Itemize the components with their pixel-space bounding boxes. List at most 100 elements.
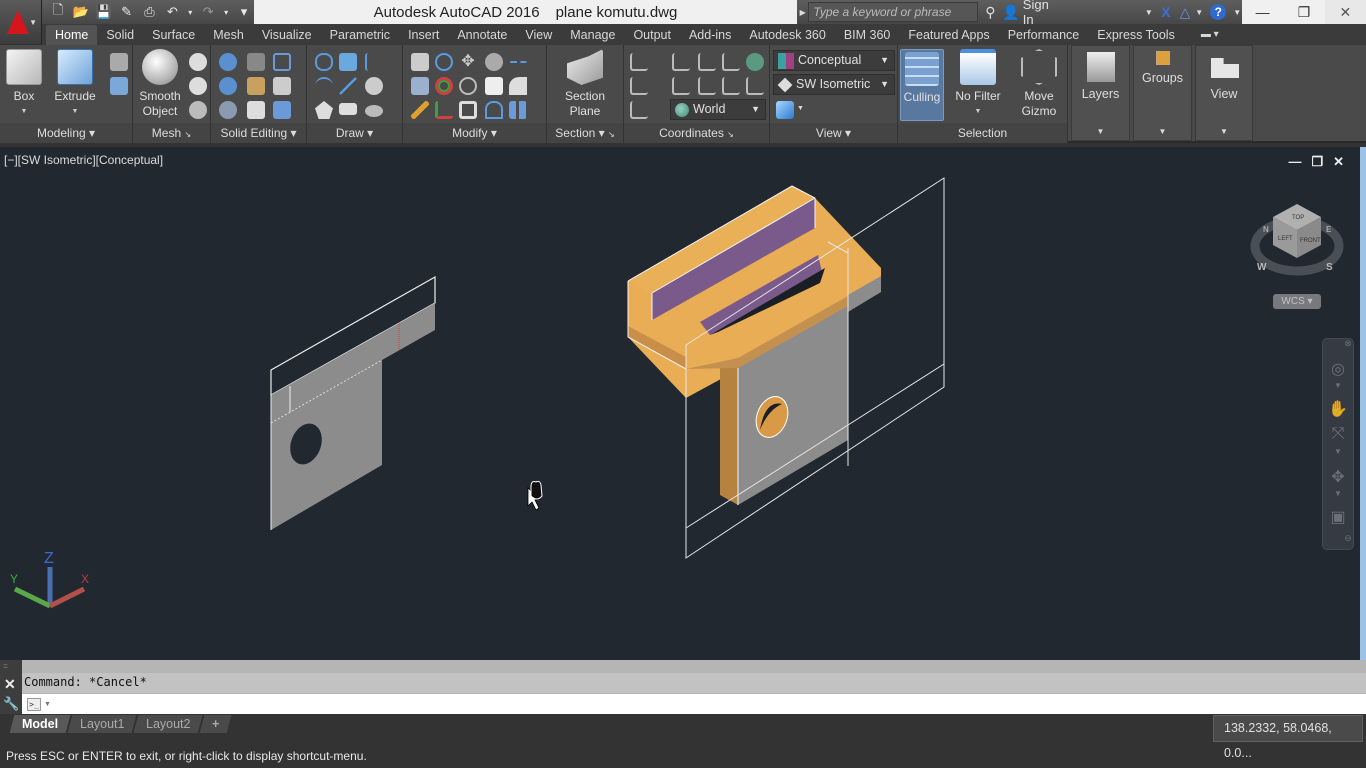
3d-move-icon[interactable] <box>435 77 453 95</box>
tab-insert[interactable]: Insert <box>399 25 448 45</box>
ellipse-icon[interactable] <box>365 105 383 117</box>
tab-visualize[interactable]: Visualize <box>253 25 321 45</box>
drawing-canvas[interactable]: Z Y X TOP LEFT FRONT N E S W <box>0 147 1360 660</box>
tab-add-ins[interactable]: Add-ins <box>680 25 740 45</box>
new-layout-button[interactable]: + <box>199 715 232 733</box>
orbit-icon[interactable]: ✥ <box>1323 467 1353 487</box>
match-properties-icon[interactable] <box>411 101 429 119</box>
ucs-view-icon[interactable] <box>722 53 740 71</box>
separate-icon[interactable] <box>273 101 291 119</box>
a360-icon[interactable]: △ <box>1175 0 1194 24</box>
exchange-apps-icon[interactable]: X <box>1156 0 1175 24</box>
smooth-more-icon[interactable] <box>189 53 207 71</box>
fillet-edge-icon[interactable] <box>411 53 429 71</box>
mesh-panel-title[interactable]: Mesh ↘ <box>133 123 210 143</box>
viewport-minimize-button[interactable]: — <box>1288 154 1301 170</box>
tab-layout2[interactable]: Layout2 <box>133 715 203 733</box>
navbar-options-icon[interactable]: ⊖ <box>1343 533 1353 544</box>
box-button[interactable]: Box ▼ <box>4 49 44 119</box>
presspull-icon[interactable] <box>110 53 128 71</box>
viewport-controls-label[interactable]: [−][SW Isometric][Conceptual] <box>4 153 163 167</box>
search-input[interactable] <box>808 2 979 22</box>
sign-in-dropdown-icon[interactable]: ▼ <box>1141 0 1156 24</box>
ucs-icon-properties-icon[interactable] <box>630 101 648 119</box>
extrude-faces-icon[interactable] <box>273 77 291 95</box>
rotate-icon[interactable] <box>459 77 477 95</box>
drawing-viewport[interactable]: Z Y X TOP LEFT FRONT N E S W [−][SW Isom… <box>0 147 1360 660</box>
3d-rotate-icon[interactable] <box>435 53 453 71</box>
close-button[interactable]: ✕ <box>1324 0 1366 24</box>
tab-express-tools[interactable]: Express Tools <box>1088 25 1184 45</box>
stretch-icon[interactable] <box>485 101 503 119</box>
tab-autodesk-360[interactable]: Autodesk 360 <box>740 25 834 45</box>
view-panel-title[interactable]: View ▾ <box>770 123 897 143</box>
close-icon[interactable]: ✕ <box>4 676 16 693</box>
redo-dropdown-icon[interactable]: ▾ <box>221 3 231 21</box>
ucs-combo[interactable]: World ▼ <box>670 99 766 120</box>
ucs-solid-icon[interactable] <box>110 77 128 95</box>
zoom-extents-icon[interactable]: ⤧ <box>1323 425 1353 443</box>
chevron-down-icon[interactable]: ▼ <box>1323 381 1353 390</box>
view-direction-combo[interactable]: SW Isometric ▼ <box>773 74 895 95</box>
tab-view[interactable]: View <box>516 25 561 45</box>
chevron-down-icon[interactable]: ▼ <box>1323 489 1353 498</box>
pan-hand-icon[interactable]: ✋ <box>1323 399 1353 419</box>
ucs-previous-icon[interactable] <box>672 77 690 95</box>
viewport-restore-button[interactable]: ❐ <box>1311 154 1323 170</box>
rectangle-icon[interactable] <box>339 103 357 115</box>
viewports-icon[interactable] <box>776 101 794 119</box>
polysolid-icon[interactable] <box>315 53 333 71</box>
slice-icon[interactable] <box>247 77 265 95</box>
sign-in-button[interactable]: Sign In <box>1023 0 1061 27</box>
ucs-z-icon[interactable] <box>722 77 740 95</box>
intersect-icon[interactable] <box>219 101 237 119</box>
help-icon[interactable]: ? <box>1204 0 1233 24</box>
restore-button[interactable]: ❐ <box>1283 0 1324 24</box>
customize-wrench-icon[interactable]: 🔧 <box>3 696 19 712</box>
copy-icon[interactable] <box>485 53 503 71</box>
application-menu-button[interactable]: ▼ <box>0 0 42 44</box>
extrude-button[interactable]: Extrude ▼ <box>52 49 98 119</box>
tab-featured-apps[interactable]: Featured Apps <box>899 25 998 45</box>
tab-solid[interactable]: Solid <box>97 25 143 45</box>
refine-mesh-icon[interactable] <box>189 101 207 119</box>
smooth-object-button[interactable]: Smooth Object <box>137 49 183 119</box>
3dpolyline-icon[interactable] <box>365 53 383 71</box>
layers-panel-button[interactable]: Layers ▼ <box>1071 45 1130 141</box>
section-panel-title[interactable]: Section ▾ ↘ <box>547 123 623 143</box>
customize-icon[interactable]: ▾ <box>234 3 254 21</box>
visual-style-combo[interactable]: Conceptual ▼ <box>773 50 895 71</box>
3d-bracket-solid[interactable] <box>627 185 881 505</box>
coordinates-panel-title[interactable]: Coordinates ↘ <box>624 123 769 143</box>
tab-layout1[interactable]: Layout1 <box>67 715 137 733</box>
move-gizmo-button[interactable]: Move Gizmo <box>1016 49 1062 119</box>
helix-icon[interactable] <box>339 53 357 71</box>
command-prompt-icon[interactable]: >_ <box>27 697 41 711</box>
coordinates-readout[interactable]: 138.2332, 58.0468, 0.0... <box>1213 715 1363 760</box>
mirror-icon[interactable] <box>485 77 503 95</box>
tab-surface[interactable]: Surface <box>143 25 204 45</box>
no-filter-button[interactable]: No Filter ▼ <box>952 49 1004 119</box>
view-panel-button[interactable]: View ▼ <box>1195 45 1253 141</box>
steeringwheel-icon[interactable]: ◎ <box>1323 359 1353 379</box>
circle-icon[interactable] <box>365 77 383 95</box>
tab-performance[interactable]: Performance <box>999 25 1089 45</box>
tab-model[interactable]: Model <box>9 715 71 733</box>
chevron-down-icon[interactable]: ▼ <box>797 105 804 112</box>
undo-icon[interactable]: ↶ <box>162 3 182 21</box>
tab-parametric[interactable]: Parametric <box>321 25 399 45</box>
modeling-panel-title[interactable]: Modeling ▾ <box>0 123 132 143</box>
minimize-button[interactable]: — <box>1242 0 1283 24</box>
ucs-named-icon[interactable] <box>672 53 690 71</box>
viewcube[interactable]: TOP LEFT FRONT N E S W <box>1250 204 1344 276</box>
tab-annotate[interactable]: Annotate <box>448 25 516 45</box>
groups-panel-button[interactable]: Groups ▼ <box>1133 45 1192 141</box>
expand-search-icon[interactable]: ▶ <box>797 8 808 17</box>
3d-align-icon[interactable] <box>435 101 453 119</box>
wcs-menu-button[interactable]: WCS ▾ <box>1273 294 1321 309</box>
save-as-icon[interactable]: ✎ <box>117 3 137 21</box>
array-icon[interactable] <box>509 101 527 119</box>
convert-icon[interactable] <box>411 77 429 95</box>
redo-icon[interactable]: ↷ <box>198 3 218 21</box>
viewport-close-button[interactable]: ✕ <box>1333 154 1344 170</box>
